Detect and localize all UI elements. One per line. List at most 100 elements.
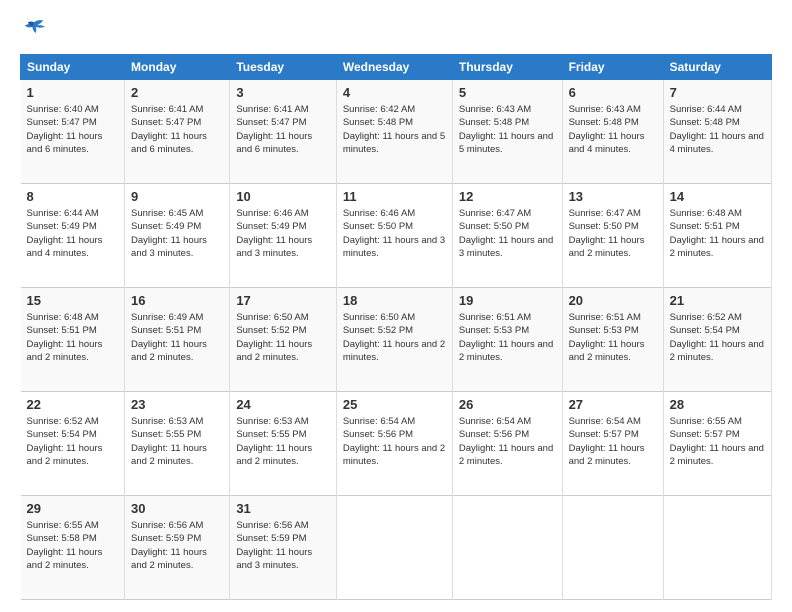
sunset-label: Sunset: 5:56 PM — [459, 429, 529, 440]
week-row-4: 22Sunrise: 6:52 AMSunset: 5:54 PMDayligh… — [21, 392, 772, 496]
sunrise-label: Sunrise: 6:51 AM — [569, 312, 641, 323]
week-row-5: 29 Sunrise: 6:55 AM Sunset: 5:58 PM Dayligh… — [21, 496, 772, 600]
sunrise-label: Sunrise: 6:52 AM — [670, 312, 742, 323]
sunrise-label: Sunrise: 6:40 AM — [27, 104, 99, 115]
day-cell — [562, 496, 663, 600]
sunrise-label: Sunrise: 6:47 AM — [459, 208, 531, 219]
day-cell: 17Sunrise: 6:50 AMSunset: 5:52 PMDayligh… — [230, 288, 337, 392]
header-cell-tuesday: Tuesday — [230, 55, 337, 80]
day-cell: 28Sunrise: 6:55 AMSunset: 5:57 PMDayligh… — [663, 392, 771, 496]
calendar-table: SundayMondayTuesdayWednesdayThursdayFrid… — [20, 54, 772, 600]
sunrise-label: Sunrise: 6:48 AM — [27, 312, 99, 323]
day-number: 9 — [131, 188, 223, 206]
sunset-label: Sunset: 5:58 PM — [27, 533, 97, 544]
sunrise-label: Sunrise: 6:53 AM — [236, 416, 308, 427]
daylight-label: Daylight: 11 hours and 3 minutes. — [236, 235, 312, 259]
day-cell: 13Sunrise: 6:47 AMSunset: 5:50 PMDayligh… — [562, 184, 663, 288]
daylight-label: Daylight: 11 hours and 2 minutes. — [236, 443, 312, 467]
daylight-label: Daylight: 11 hours and 2 minutes. — [459, 339, 553, 363]
sunset-label: Sunset: 5:52 PM — [343, 325, 413, 336]
day-number: 23 — [131, 396, 223, 414]
daylight-label: Daylight: 11 hours and 2 minutes. — [569, 339, 645, 363]
day-cell: 3Sunrise: 6:41 AMSunset: 5:47 PMDaylight… — [230, 80, 337, 184]
day-cell: 16Sunrise: 6:49 AMSunset: 5:51 PMDayligh… — [125, 288, 230, 392]
day-cell: 12Sunrise: 6:47 AMSunset: 5:50 PMDayligh… — [452, 184, 562, 288]
daylight-label: Daylight: 11 hours and 3 minutes. — [343, 235, 445, 259]
day-cell: 6Sunrise: 6:43 AMSunset: 5:48 PMDaylight… — [562, 80, 663, 184]
day-number: 11 — [343, 188, 446, 206]
day-number: 6 — [569, 84, 657, 102]
sunrise-label: Sunrise: 6:56 AM — [236, 520, 308, 531]
daylight-label: Daylight: 11 hours and 2 minutes. — [569, 235, 645, 259]
day-cell — [452, 496, 562, 600]
day-cell: 23Sunrise: 6:53 AMSunset: 5:55 PMDayligh… — [125, 392, 230, 496]
day-cell: 18Sunrise: 6:50 AMSunset: 5:52 PMDayligh… — [336, 288, 452, 392]
sunrise-label: Sunrise: 6:50 AM — [343, 312, 415, 323]
day-number: 16 — [131, 292, 223, 310]
day-number: 13 — [569, 188, 657, 206]
daylight-label: Daylight: 11 hours and 2 minutes. — [670, 443, 764, 467]
daylight-label: Daylight: 11 hours and 2 minutes. — [131, 339, 207, 363]
daylight-label: Daylight: 11 hours and 6 minutes. — [131, 131, 207, 155]
header-cell-sunday: Sunday — [21, 55, 125, 80]
daylight-label: Daylight: 11 hours and 6 minutes. — [27, 131, 103, 155]
daylight-label: Daylight: 11 hours and 2 minutes. — [569, 443, 645, 467]
day-number: 2 — [131, 84, 223, 102]
sunrise-label: Sunrise: 6:48 AM — [670, 208, 742, 219]
sunset-label: Sunset: 5:59 PM — [236, 533, 306, 544]
day-number: 8 — [27, 188, 119, 206]
day-number: 1 — [27, 84, 119, 102]
sunset-label: Sunset: 5:54 PM — [670, 325, 740, 336]
sunrise-label: Sunrise: 6:43 AM — [569, 104, 641, 115]
day-cell: 1Sunrise: 6:40 AMSunset: 5:47 PMDaylight… — [21, 80, 125, 184]
day-cell: 27Sunrise: 6:54 AMSunset: 5:57 PMDayligh… — [562, 392, 663, 496]
day-number: 17 — [236, 292, 330, 310]
day-number: 21 — [670, 292, 765, 310]
sunset-label: Sunset: 5:57 PM — [569, 429, 639, 440]
sunrise-label: Sunrise: 6:44 AM — [27, 208, 99, 219]
sunset-label: Sunset: 5:48 PM — [459, 117, 529, 128]
sunset-label: Sunset: 5:48 PM — [670, 117, 740, 128]
day-cell: 26Sunrise: 6:54 AMSunset: 5:56 PMDayligh… — [452, 392, 562, 496]
daylight-label: Daylight: 11 hours and 2 minutes. — [131, 443, 207, 467]
daylight-label: Daylight: 11 hours and 2 minutes. — [131, 547, 207, 571]
sunrise-label: Sunrise: 6:43 AM — [459, 104, 531, 115]
day-number: 4 — [343, 84, 446, 102]
daylight-label: Daylight: 11 hours and 3 minutes. — [459, 235, 553, 259]
daylight-label: Daylight: 11 hours and 4 minutes. — [670, 131, 764, 155]
day-cell: 25Sunrise: 6:54 AMSunset: 5:56 PMDayligh… — [336, 392, 452, 496]
sunset-label: Sunset: 5:47 PM — [131, 117, 201, 128]
sunset-label: Sunset: 5:54 PM — [27, 429, 97, 440]
daylight-label: Daylight: 11 hours and 3 minutes. — [131, 235, 207, 259]
sunrise-label: Sunrise: 6:46 AM — [236, 208, 308, 219]
day-number: 19 — [459, 292, 556, 310]
day-cell: 30Sunrise: 6:56 AMSunset: 5:59 PMDayligh… — [125, 496, 230, 600]
day-cell: 19Sunrise: 6:51 AMSunset: 5:53 PMDayligh… — [452, 288, 562, 392]
day-cell: 20Sunrise: 6:51 AMSunset: 5:53 PMDayligh… — [562, 288, 663, 392]
sunrise-label: Sunrise: 6:49 AM — [131, 312, 203, 323]
day-number: 30 — [131, 500, 223, 518]
day-cell: 31Sunrise: 6:56 AMSunset: 5:59 PMDayligh… — [230, 496, 337, 600]
day-cell: 11Sunrise: 6:46 AMSunset: 5:50 PMDayligh… — [336, 184, 452, 288]
day-number: 7 — [670, 84, 765, 102]
sunset-label: Sunset: 5:53 PM — [459, 325, 529, 336]
daylight-label: Daylight: 11 hours and 4 minutes. — [569, 131, 645, 155]
sunset-label: Sunset: 5:52 PM — [236, 325, 306, 336]
day-cell: 21Sunrise: 6:52 AMSunset: 5:54 PMDayligh… — [663, 288, 771, 392]
day-cell — [663, 496, 771, 600]
daylight-label: Daylight: 11 hours and 5 minutes. — [343, 131, 445, 155]
sunset-label: Sunset: 5:57 PM — [670, 429, 740, 440]
day-cell: 5Sunrise: 6:43 AMSunset: 5:48 PMDaylight… — [452, 80, 562, 184]
sunset-label: Sunset: 5:47 PM — [236, 117, 306, 128]
header — [20, 16, 772, 44]
sunrise-label: Sunrise: 6:55 AM — [27, 520, 99, 531]
day-cell: 4Sunrise: 6:42 AMSunset: 5:48 PMDaylight… — [336, 80, 452, 184]
sunset-label: Sunset: 5:49 PM — [27, 221, 97, 232]
calendar-header: SundayMondayTuesdayWednesdayThursdayFrid… — [21, 55, 772, 80]
day-number: 18 — [343, 292, 446, 310]
daylight-label: Daylight: 11 hours and 3 minutes. — [236, 547, 312, 571]
day-number: 29 — [27, 500, 119, 518]
day-number: 20 — [569, 292, 657, 310]
day-number: 14 — [670, 188, 765, 206]
day-number: 28 — [670, 396, 765, 414]
